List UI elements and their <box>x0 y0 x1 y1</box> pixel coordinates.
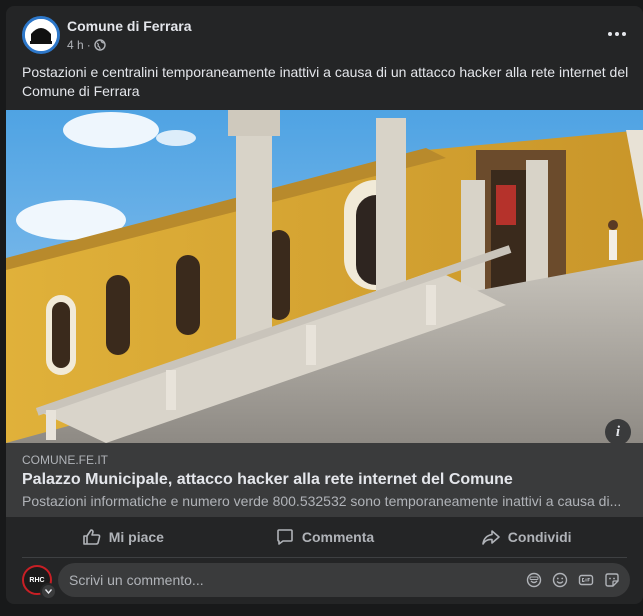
author-name[interactable]: Comune di Ferrara <box>67 18 191 34</box>
post-actions-bar: Mi piace Commenta Condividi <box>22 517 627 558</box>
meta-separator: · <box>86 38 91 52</box>
comment-input[interactable]: Scrivi un commento... <box>58 563 630 597</box>
comment-button[interactable]: Commenta <box>224 517 426 557</box>
post-card: Comune di Ferrara 4 h · Postazioni e cen… <box>6 6 643 604</box>
share-button[interactable]: Condividi <box>425 517 627 557</box>
share-icon <box>481 530 500 545</box>
like-button[interactable]: Mi piace <box>22 517 224 557</box>
city-crest-icon <box>25 19 57 51</box>
account-switch-chevron-icon[interactable] <box>40 583 57 600</box>
comment-tools <box>526 572 630 588</box>
palazzo-photo <box>6 110 643 443</box>
like-label: Mi piace <box>108 529 164 545</box>
link-preview-meta[interactable]: COMUNE.FE.IT Palazzo Municipale, attacco… <box>6 443 643 517</box>
post-meta: 4 h · <box>67 38 106 52</box>
link-preview-image[interactable]: i <box>6 110 643 443</box>
info-button[interactable]: i <box>605 419 631 443</box>
user-avatar-text: RHC <box>29 576 45 584</box>
more-horizontal-icon <box>608 32 626 36</box>
link-domain: COMUNE.FE.IT <box>22 453 108 467</box>
page-avatar[interactable] <box>22 16 60 54</box>
post-header: Comune di Ferrara 4 h · <box>6 6 643 62</box>
globe-icon[interactable] <box>93 39 106 51</box>
post-time[interactable]: 4 h <box>67 38 84 52</box>
post-text: Postazioni e centralini temporaneamente … <box>22 64 629 99</box>
sticker-face-icon[interactable] <box>604 572 620 588</box>
gif-icon[interactable] <box>578 572 594 588</box>
sticker-icon[interactable] <box>526 572 542 588</box>
emoji-icon[interactable] <box>552 572 568 588</box>
more-options-button[interactable] <box>605 24 629 44</box>
comment-placeholder: Scrivi un commento... <box>69 572 204 588</box>
link-title[interactable]: Palazzo Municipale, attacco hacker alla … <box>22 471 513 489</box>
share-label: Condividi <box>507 529 572 545</box>
comment-composer: RHC Scrivi un commento... <box>6 561 643 601</box>
comment-icon <box>277 529 293 545</box>
link-description: Postazioni informatiche e numero verde 8… <box>22 493 622 509</box>
comment-label: Commenta <box>301 529 375 545</box>
thumbs-up-icon <box>82 529 101 545</box>
